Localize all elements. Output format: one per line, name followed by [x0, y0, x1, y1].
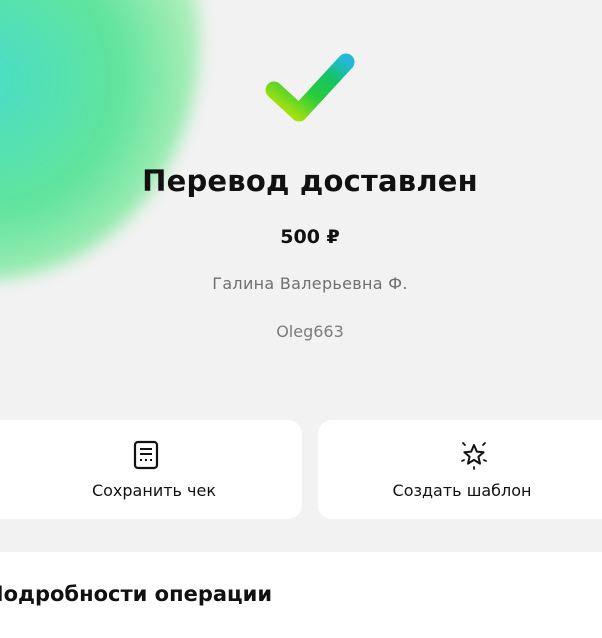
recipient-login: Oleg663: [276, 322, 344, 341]
page-title: Перевод доставлен: [142, 164, 478, 198]
create-template-label: Создать шаблон: [392, 481, 532, 500]
save-receipt-label: Сохранить чек: [91, 481, 217, 500]
create-template-button[interactable]: Создать шаблон: [318, 420, 602, 519]
save-receipt-button[interactable]: Сохранить чек: [0, 420, 302, 519]
success-screen: Перевод доставлен 500 ₽ Галина Валерьевн…: [0, 0, 602, 552]
operation-details-section: Подробности операции: [0, 552, 602, 638]
operation-details-title: Подробности операции: [0, 582, 273, 606]
sparkle-star-icon: [461, 442, 487, 470]
transfer-amount: 500 ₽: [280, 226, 340, 248]
checkmark-icon: [265, 53, 355, 122]
receipt-icon: [133, 440, 159, 470]
recipient-name: Галина Валерьевна Ф.: [212, 274, 408, 293]
